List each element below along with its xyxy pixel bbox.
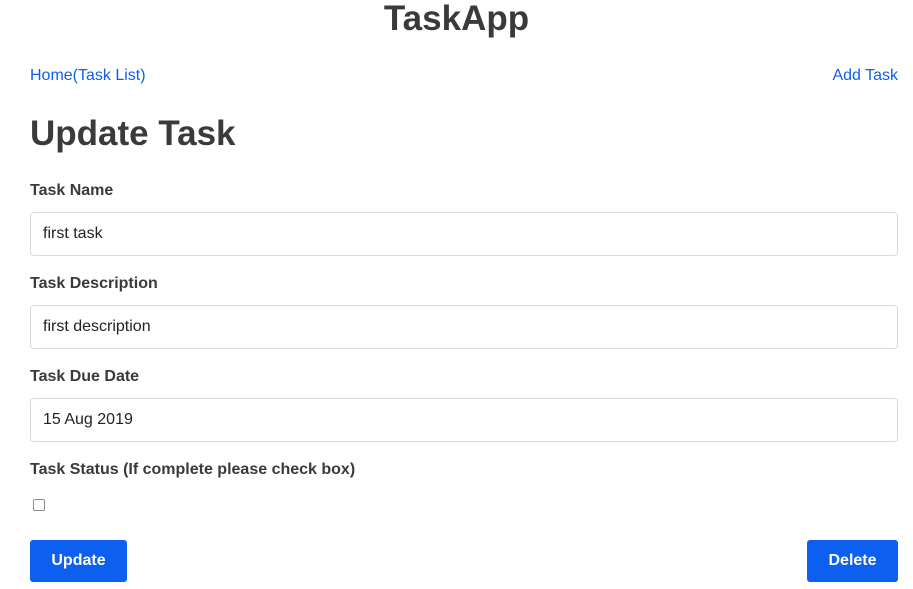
- top-nav: Home(Task List) Add Task: [30, 65, 898, 87]
- app-title: TaskApp: [383, 0, 530, 38]
- delete-button[interactable]: Delete: [807, 540, 898, 582]
- task-status-checkbox[interactable]: [33, 499, 45, 511]
- task-status-label: Task Status (If complete please check bo…: [30, 461, 356, 478]
- task-due-date-label: Task Due Date: [30, 368, 140, 385]
- add-task-link[interactable]: Add Task: [832, 66, 898, 86]
- page-title: Update Task: [30, 114, 236, 153]
- task-due-date-input[interactable]: [30, 398, 898, 442]
- page: TaskApp Home(Task List) Add Task Update …: [0, 0, 913, 589]
- task-name-input[interactable]: [30, 212, 898, 256]
- task-name-label: Task Name: [30, 182, 114, 199]
- home-link[interactable]: Home(Task List): [30, 66, 146, 86]
- task-description-label: Task Description: [30, 275, 158, 292]
- update-button[interactable]: Update: [30, 540, 127, 582]
- task-description-input[interactable]: [30, 305, 898, 349]
